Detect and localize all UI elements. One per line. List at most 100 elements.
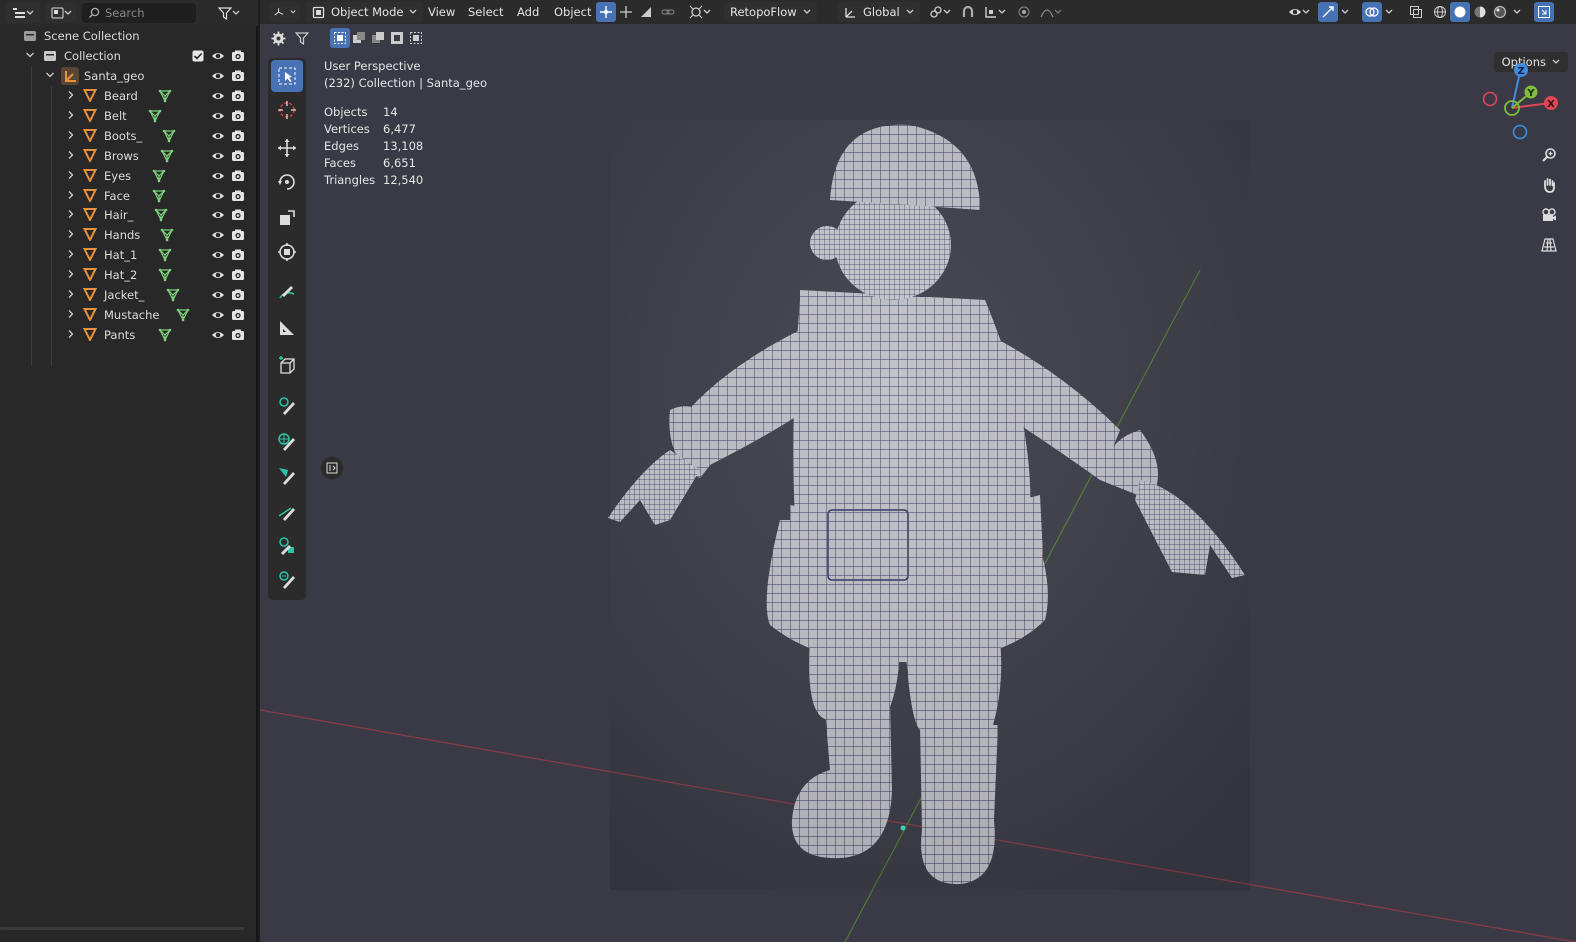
shading-material-button[interactable]	[1470, 2, 1490, 22]
expand-arrow-icon[interactable]	[66, 229, 76, 239]
expand-arrow-icon[interactable]	[66, 269, 76, 279]
mesh-data-icon[interactable]	[160, 228, 174, 242]
outliner-object-row[interactable]: Mustache	[0, 305, 256, 325]
select-subtract-button[interactable]	[368, 28, 388, 48]
eye-icon[interactable]	[211, 268, 225, 282]
expand-arrow-icon[interactable]	[66, 150, 76, 160]
shading-solid-button[interactable]	[1450, 2, 1470, 22]
expand-arrow-icon[interactable]	[66, 110, 76, 120]
camera-icon[interactable]	[231, 69, 245, 83]
show-overlays-button[interactable]	[1362, 2, 1382, 22]
outliner-object-row[interactable]: Belt	[0, 106, 256, 126]
perspective-toggle-button[interactable]	[1536, 232, 1562, 258]
camera-icon[interactable]	[231, 129, 245, 143]
select-box-tool[interactable]	[271, 60, 303, 92]
object-menu[interactable]: Object	[554, 2, 591, 22]
outliner-object-row[interactable]: Hands	[0, 225, 256, 245]
search-input[interactable]: Search	[82, 3, 196, 23]
select-new-button[interactable]	[330, 28, 350, 48]
mesh-data-icon[interactable]	[166, 288, 180, 302]
eye-icon[interactable]	[211, 248, 225, 262]
add-menu[interactable]: Add	[517, 2, 539, 22]
camera-icon[interactable]	[231, 49, 245, 63]
expand-arrow-icon[interactable]	[66, 329, 76, 339]
select-menu[interactable]: Select	[468, 2, 503, 22]
view-menu[interactable]: View	[428, 2, 455, 22]
filter-button[interactable]	[214, 3, 244, 23]
eye-icon[interactable]	[211, 208, 225, 222]
retopo-tweak-tool[interactable]	[271, 530, 303, 562]
mesh-data-icon[interactable]	[158, 89, 172, 103]
snap-parents-button[interactable]	[636, 2, 656, 22]
falloff-button[interactable]	[1036, 2, 1066, 22]
editor-split-button[interactable]	[1534, 2, 1554, 22]
outliner-object-row[interactable]: Hat_1	[0, 245, 256, 265]
pan-button[interactable]	[1536, 172, 1562, 198]
outliner-object-row[interactable]: Pants	[0, 325, 256, 345]
transform-tool[interactable]	[271, 236, 303, 268]
expand-arrow-icon[interactable]	[66, 170, 76, 180]
gizmo-dropdown[interactable]	[1338, 2, 1352, 22]
link-button[interactable]	[658, 2, 678, 22]
retopo-knife-tool[interactable]	[271, 496, 303, 528]
santa-geo-row[interactable]: Santa_geo	[0, 66, 256, 86]
gizmo-neg-z[interactable]	[1512, 124, 1528, 140]
camera-icon[interactable]	[231, 189, 245, 203]
eye-icon[interactable]	[211, 308, 225, 322]
mesh-data-icon[interactable]	[160, 149, 174, 163]
editor-type-button[interactable]	[270, 2, 300, 22]
collection-row[interactable]: Collection	[0, 46, 256, 66]
outliner-object-row[interactable]: Beard	[0, 86, 256, 106]
expand-arrow-icon[interactable]	[66, 130, 76, 140]
3d-viewport[interactable]: Object Mode View Select Add Object Retop…	[260, 0, 1576, 942]
camera-icon[interactable]	[231, 288, 245, 302]
xray-button[interactable]	[1406, 2, 1426, 22]
expand-arrow-icon[interactable]	[66, 209, 76, 219]
show-gizmo-button[interactable]	[1318, 2, 1338, 22]
move-tool[interactable]	[271, 132, 303, 164]
camera-icon[interactable]	[231, 89, 245, 103]
camera-icon[interactable]	[231, 248, 245, 262]
scene-collection-row[interactable]: Scene Collection	[0, 26, 256, 46]
transform-affect-origins-button[interactable]	[596, 2, 616, 22]
measure-tool[interactable]	[271, 312, 303, 344]
eye-icon[interactable]	[211, 89, 225, 103]
select-invert-button[interactable]	[387, 28, 407, 48]
camera-icon[interactable]	[231, 228, 245, 242]
collapse-arrow-icon[interactable]	[45, 70, 55, 80]
mode-dropdown[interactable]: Object Mode	[306, 2, 424, 22]
annotate-tool[interactable]	[271, 276, 303, 308]
mesh-data-icon[interactable]	[162, 129, 176, 143]
mesh-data-icon[interactable]	[148, 109, 162, 123]
mesh-data-icon[interactable]	[152, 189, 166, 203]
transform-orientation-dropdown[interactable]: Global	[838, 2, 920, 22]
overlays-dropdown[interactable]	[1382, 2, 1396, 22]
mesh-data-icon[interactable]	[158, 328, 172, 342]
tool-filter-button[interactable]	[292, 28, 312, 48]
shading-dropdown[interactable]	[1510, 2, 1524, 22]
eye-icon[interactable]	[211, 189, 225, 203]
gizmo-toggle-button[interactable]	[684, 2, 716, 22]
camera-icon[interactable]	[231, 328, 245, 342]
santa-mesh[interactable]	[608, 120, 1250, 890]
outliner-object-row[interactable]: Boots_	[0, 126, 256, 146]
eye-icon[interactable]	[211, 169, 225, 183]
outliner-scrollbar[interactable]	[0, 927, 244, 930]
exclude-checkbox-icon[interactable]	[192, 50, 204, 62]
outliner-object-row[interactable]: Face	[0, 186, 256, 206]
select-extend-button[interactable]	[349, 28, 369, 48]
eye-icon[interactable]	[211, 228, 225, 242]
outliner-object-row[interactable]: Hair_	[0, 205, 256, 225]
eye-icon[interactable]	[211, 109, 225, 123]
eye-icon[interactable]	[211, 288, 225, 302]
scene-render[interactable]	[260, 0, 1576, 942]
outliner-object-row[interactable]: Hat_2	[0, 265, 256, 285]
eye-icon[interactable]	[211, 49, 225, 63]
camera-icon[interactable]	[231, 149, 245, 163]
camera-view-button[interactable]	[1536, 202, 1562, 228]
camera-icon[interactable]	[231, 268, 245, 282]
collapse-arrow-icon[interactable]	[25, 50, 35, 60]
rotate-tool[interactable]	[271, 166, 303, 198]
pivot-point-button[interactable]	[924, 2, 956, 22]
cursor-tool[interactable]	[271, 94, 303, 126]
